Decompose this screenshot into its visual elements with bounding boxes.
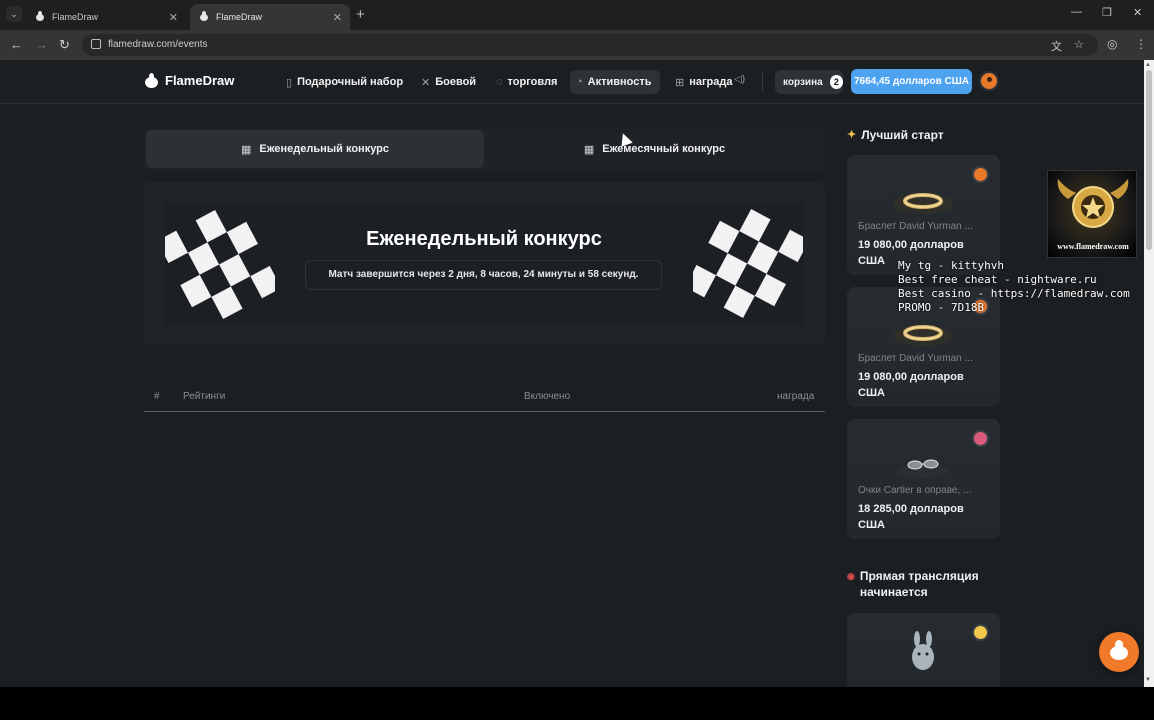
scroll-up-icon[interactable]: ▲ bbox=[1145, 62, 1151, 68]
url-text: flamedraw.com/events bbox=[108, 39, 208, 50]
back-icon[interactable]: ← bbox=[10, 37, 23, 52]
item-price: 18 285,00 долларов США bbox=[858, 503, 964, 531]
browser-tab-bar: ⌄ FlameDraw ✕ FlameDraw ✕ + — ❐ ✕ bbox=[0, 0, 1154, 30]
nav-label: награда bbox=[689, 76, 733, 88]
logo-text: FlameDraw bbox=[165, 73, 235, 88]
tab-title: FlameDraw bbox=[52, 12, 99, 22]
nav-label: Активность bbox=[587, 76, 652, 88]
winner-avatar[interactable] bbox=[972, 430, 989, 447]
cart-label: корзина bbox=[783, 76, 823, 88]
cart-count-badge: 2 bbox=[829, 75, 843, 89]
bookmark-star-icon[interactable]: ☆ bbox=[1074, 38, 1084, 51]
floating-action-button[interactable] bbox=[1099, 632, 1139, 672]
translate-icon[interactable]: 文 bbox=[1051, 38, 1062, 54]
contest-tabs: ▦ Еженедельный конкурс ▦ Ежемесячный кон… bbox=[144, 128, 825, 170]
profile-icon[interactable]: ◎ bbox=[1107, 37, 1117, 51]
col-rank: # bbox=[154, 391, 160, 402]
live-dot-icon: ◉ bbox=[847, 571, 855, 581]
contest-banner-panel: Еженедельный конкурс Матч завершится чер… bbox=[144, 182, 825, 345]
nav-label: Подарочный набор bbox=[297, 76, 404, 88]
nav-label: Боевой bbox=[435, 76, 477, 88]
leaderboard-header: # Рейтинги Включено награда bbox=[144, 382, 825, 412]
tab-monthly-contest[interactable]: ▦ Ежемесячный конкурс bbox=[486, 130, 823, 168]
item-price: 19 080,00 долларов США bbox=[858, 371, 964, 399]
activity-icon: ◔ bbox=[576, 76, 583, 88]
cart-button[interactable]: корзина 2 bbox=[775, 70, 843, 94]
nav-label: торговля bbox=[507, 76, 558, 88]
nav-battles[interactable]: ✕ Боевой bbox=[415, 70, 482, 94]
site-info-icon[interactable] bbox=[91, 39, 101, 49]
col-ratings: Рейтинги bbox=[183, 391, 226, 402]
header-divider bbox=[762, 72, 763, 92]
nav-activity[interactable]: ◔ Активность bbox=[570, 70, 660, 94]
promo-site-text: www.flamedraw.com bbox=[1057, 242, 1129, 251]
new-tab-icon[interactable]: + bbox=[356, 6, 365, 23]
winner-avatar[interactable] bbox=[972, 624, 989, 641]
close-tab-icon[interactable]: ✕ bbox=[169, 11, 178, 24]
nav-rewards[interactable]: ⊞ награда bbox=[669, 70, 739, 94]
page-viewport: FlameDraw ▯ Подарочный набор ✕ Боевой ◌ … bbox=[0, 60, 1144, 687]
item-name: Очки Cartier в оправе, ... bbox=[858, 485, 972, 496]
browser-menu-icon[interactable]: ⋮ bbox=[1135, 37, 1147, 51]
minimize-icon[interactable]: — bbox=[1071, 6, 1082, 18]
item-name: Браслет David Yurman ... bbox=[858, 353, 973, 364]
live-title: ◉ Прямая трансляция начинается bbox=[847, 569, 979, 599]
browser-tab[interactable]: FlameDraw ✕ bbox=[26, 4, 186, 30]
flamedraw-favicon-icon bbox=[198, 11, 210, 23]
refresh-icon: ◌ bbox=[496, 76, 503, 88]
gift-box-icon: ▯ bbox=[286, 76, 293, 89]
bottom-bar bbox=[0, 687, 1154, 720]
address-bar[interactable]: flamedraw.com/events 文 ☆ bbox=[82, 34, 1098, 56]
flame-logo-icon bbox=[144, 73, 159, 88]
nav-trade[interactable]: ◌ торговля bbox=[490, 70, 563, 94]
sparkle-icon: ✦ bbox=[847, 129, 857, 141]
winner-avatar[interactable] bbox=[972, 166, 989, 183]
tab-label: Еженедельный конкурс bbox=[259, 143, 390, 155]
site-header: FlameDraw ▯ Подарочный набор ✕ Боевой ◌ … bbox=[0, 60, 1144, 104]
tab-weekly-contest[interactable]: ▦ Еженедельный конкурс bbox=[146, 130, 484, 168]
calendar-icon: ▦ bbox=[583, 143, 595, 156]
checkered-flag-right-icon bbox=[693, 204, 803, 325]
browser-toolbar: ← → ↻ flamedraw.com/events 文 ☆ ◎ ⋮ bbox=[0, 30, 1154, 60]
restore-icon[interactable]: ❐ bbox=[1102, 6, 1112, 19]
countdown-text: Матч завершится через 2 дня, 8 часов, 24… bbox=[305, 260, 662, 290]
crossed-swords-icon: ✕ bbox=[421, 76, 431, 89]
item-name: Браслет David Yurman ... bbox=[858, 221, 973, 232]
drop-card[interactable] bbox=[847, 613, 1000, 687]
checkered-flag-left-icon bbox=[165, 204, 275, 325]
overlay-promo-text: My tg - kittyhvh Best free cheat - night… bbox=[898, 259, 1130, 314]
col-included: Включено bbox=[524, 391, 571, 402]
page-scrollbar[interactable]: ▲ ▼ bbox=[1144, 60, 1154, 687]
scroll-down-icon[interactable]: ▼ bbox=[1145, 677, 1151, 683]
drop-card[interactable]: Браслет David Yurman ... 19 080,00 долла… bbox=[847, 155, 1000, 275]
browser-tab-active[interactable]: FlameDraw ✕ bbox=[190, 4, 350, 30]
calendar-icon: ▦ bbox=[240, 143, 252, 156]
close-tab-icon[interactable]: ✕ bbox=[333, 11, 342, 24]
forward-icon[interactable]: → bbox=[35, 37, 48, 52]
gold-emblem-icon bbox=[1057, 179, 1129, 228]
best-start-title: ✦ Лучший старт bbox=[847, 128, 944, 142]
gift-icon: ⊞ bbox=[675, 76, 685, 89]
flamedraw-favicon-icon bbox=[34, 11, 46, 23]
scroll-thumb[interactable] bbox=[1146, 70, 1152, 250]
reload-icon[interactable]: ↻ bbox=[59, 37, 70, 53]
nav-gift-sets[interactable]: ▯ Подарочный набор bbox=[280, 70, 409, 94]
window-close-icon[interactable]: ✕ bbox=[1133, 6, 1142, 19]
balance-button[interactable]: 7664,45 долларов США bbox=[851, 69, 972, 94]
drop-card[interactable]: Очки Cartier в оправе, ... 18 285,00 дол… bbox=[847, 419, 1000, 539]
sound-icon[interactable]: ◁) bbox=[734, 74, 745, 85]
site-logo[interactable]: FlameDraw bbox=[144, 73, 234, 88]
user-avatar[interactable] bbox=[979, 71, 999, 91]
tab-search-icon[interactable]: ⌄ bbox=[6, 6, 22, 22]
flamedraw-promo-image: www.flamedraw.com bbox=[1047, 170, 1137, 258]
contest-banner: Еженедельный конкурс Матч завершится чер… bbox=[165, 204, 803, 325]
col-reward: награда bbox=[777, 391, 815, 402]
tab-title: FlameDraw bbox=[216, 12, 263, 22]
